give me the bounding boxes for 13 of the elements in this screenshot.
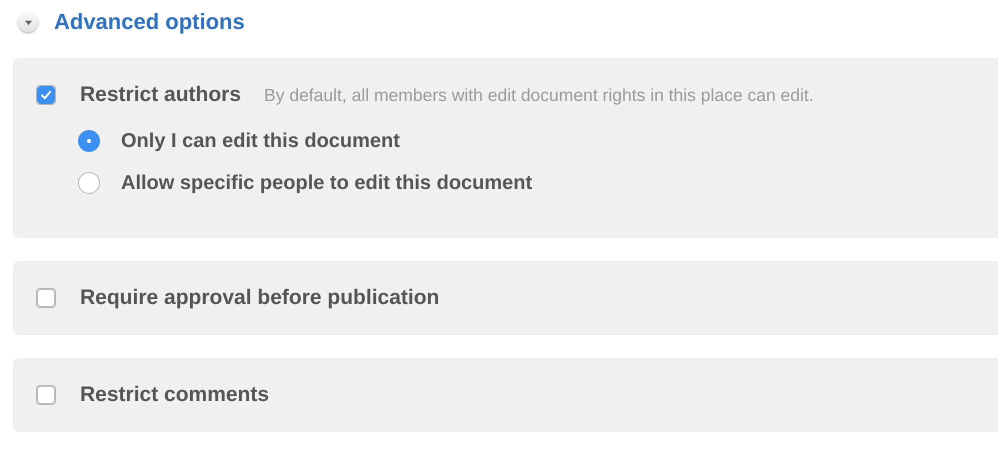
- choice-label: Only I can edit this document: [121, 130, 400, 152]
- disclosure-icon[interactable]: [18, 12, 38, 32]
- checkbox[interactable]: [36, 85, 56, 105]
- checkbox[interactable]: [36, 288, 56, 308]
- option-label: Restrict authors: [80, 83, 242, 107]
- checkbox[interactable]: [36, 385, 56, 405]
- radio-button[interactable]: [78, 172, 100, 194]
- option-label: Restrict comments: [80, 383, 270, 407]
- choice-label: Allow specific people to edit this document: [121, 172, 532, 194]
- option-label: Require approval before publication: [80, 286, 440, 310]
- option-description: By default, all members with edit document rights in this place can edit.: [264, 84, 814, 106]
- section-title[interactable]: Advanced options: [54, 9, 245, 35]
- radio-button[interactable]: [78, 130, 100, 152]
